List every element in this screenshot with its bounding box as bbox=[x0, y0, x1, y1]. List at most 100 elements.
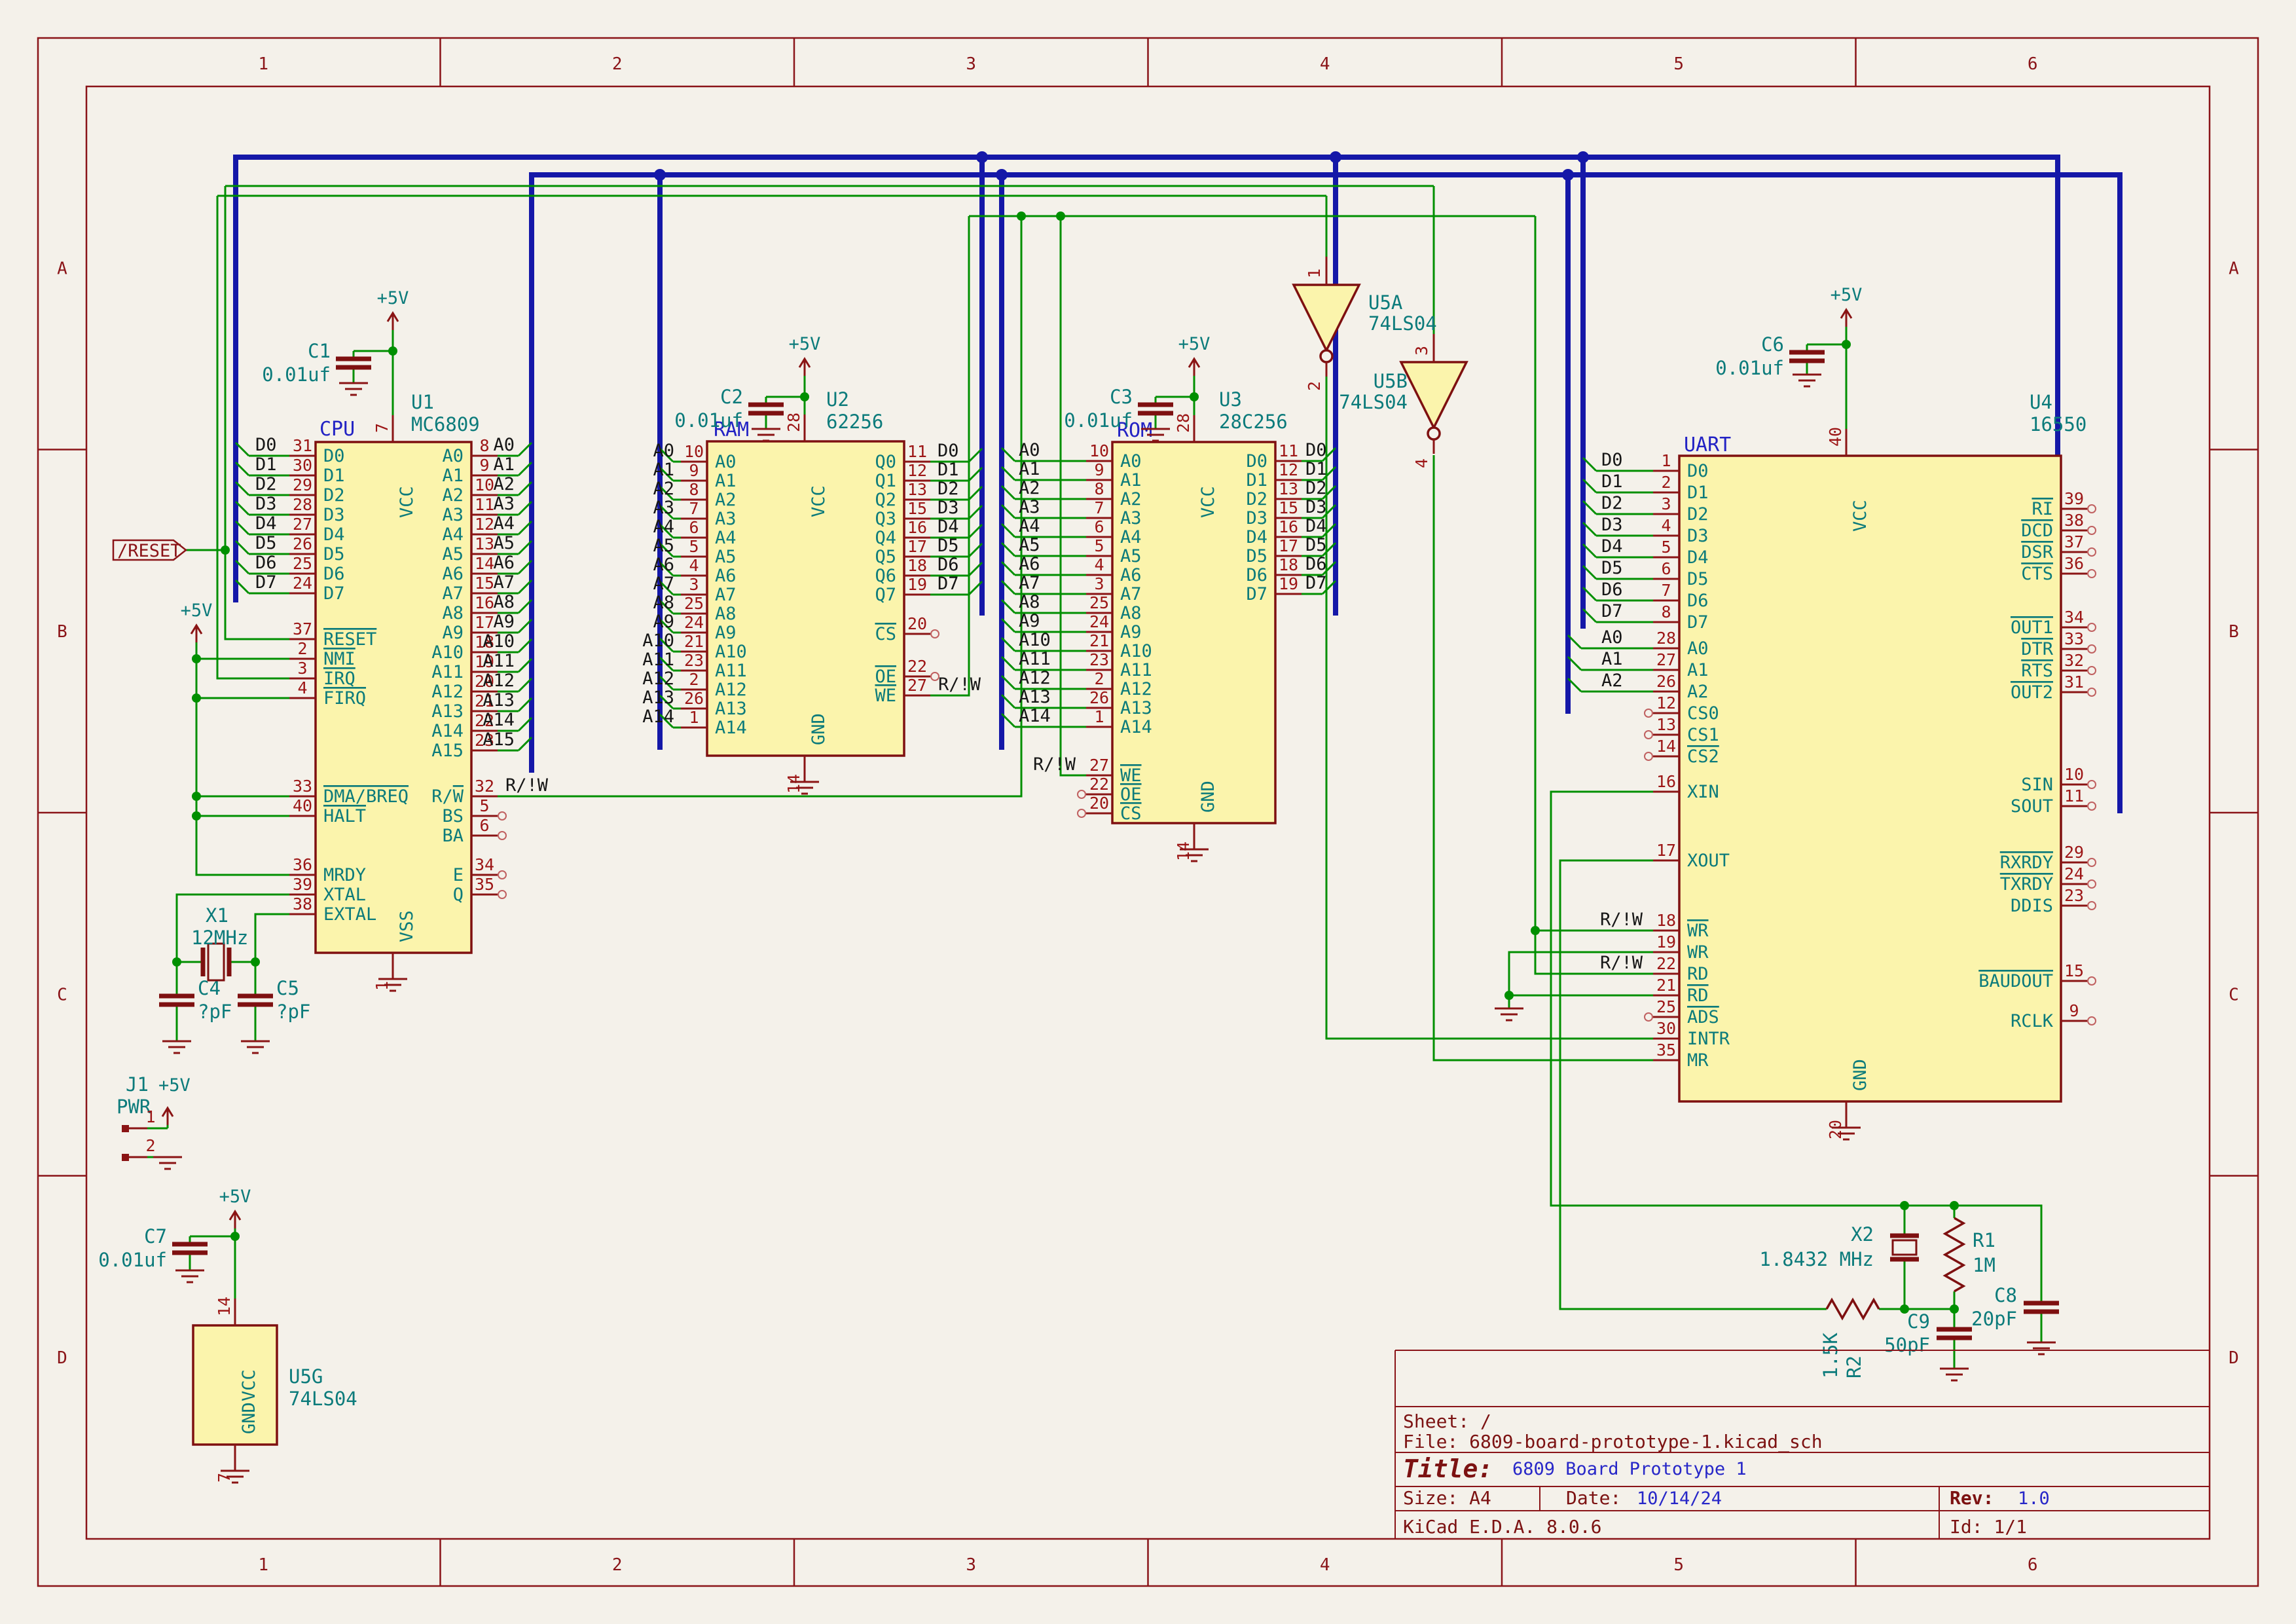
net-label-A2[interactable]: A2 bbox=[1019, 478, 1040, 498]
pin-number-U2-A0[interactable]: 10 bbox=[684, 442, 704, 461]
pin-name-U2-A13[interactable]: A13 bbox=[715, 699, 747, 719]
pin-name-U4-DSR[interactable]: DSR bbox=[2021, 542, 2054, 563]
frame-col-label[interactable]: 6 bbox=[2028, 1555, 2038, 1575]
tb-file[interactable]: File: 6809-board-prototype-1.kicad_sch bbox=[1403, 1431, 1823, 1453]
ic-body-U4[interactable] bbox=[1679, 456, 2061, 1101]
net-label-D0[interactable]: D0 bbox=[938, 441, 959, 461]
pin-number-U1-E[interactable]: 34 bbox=[475, 855, 494, 874]
pin-name-U3-D5[interactable]: D5 bbox=[1246, 546, 1267, 566]
pin-name-U2-A3[interactable]: A3 bbox=[715, 509, 737, 529]
pin-name-U1-XTAL[interactable]: XTAL bbox=[323, 885, 366, 905]
pin-name-U2-A7[interactable]: A7 bbox=[715, 585, 737, 605]
ground-symbol[interactable] bbox=[339, 383, 368, 395]
frame-col-label[interactable]: 4 bbox=[1320, 54, 1330, 74]
net-label-A9[interactable]: A9 bbox=[653, 612, 674, 632]
pin-name-U3-A14[interactable]: A14 bbox=[1120, 717, 1152, 737]
frame-row-label[interactable]: B bbox=[57, 622, 67, 642]
pin-name-VCC[interactable]: VCC bbox=[397, 486, 417, 518]
net-label-D1[interactable]: D1 bbox=[1601, 471, 1623, 492]
power-label[interactable]: +5V bbox=[181, 600, 213, 621]
net-label-A14[interactable]: A14 bbox=[1019, 706, 1051, 726]
pin-name-U4-A0[interactable]: A0 bbox=[1687, 638, 1709, 659]
pin-number-U4-CS0[interactable]: 12 bbox=[1656, 693, 1676, 712]
pin-name-U4-DDIS[interactable]: DDIS bbox=[2011, 896, 2053, 916]
pin-number-U2-A14[interactable]: 1 bbox=[689, 708, 699, 727]
pin-number-U4-BAUDOUT[interactable]: 15 bbox=[2064, 961, 2084, 980]
pin-number-U4-D3[interactable]: 4 bbox=[1661, 516, 1671, 535]
ground-symbol[interactable] bbox=[752, 429, 780, 441]
ic-func-label-U4[interactable]: UART bbox=[1684, 434, 1731, 456]
pin-number-U4-D0[interactable]: 1 bbox=[1661, 451, 1671, 470]
pin-number-U3-CS[interactable]: 20 bbox=[1089, 794, 1109, 813]
pin-number-U1-A8[interactable]: 16 bbox=[475, 593, 494, 612]
pin-number-U3-D3[interactable]: 15 bbox=[1279, 498, 1298, 517]
pin-number-U4-CS2[interactable]: 14 bbox=[1656, 737, 1676, 756]
net-label-A0[interactable]: A0 bbox=[1019, 440, 1040, 460]
pin-number-U1-D1[interactable]: 30 bbox=[293, 456, 312, 475]
pin-name-U4-SIN[interactable]: SIN bbox=[2021, 775, 2053, 795]
ic-ref-U4[interactable]: U4 bbox=[2030, 391, 2052, 413]
ground-symbol[interactable] bbox=[1793, 375, 1821, 386]
capacitor-value[interactable]: 0.01uf bbox=[674, 409, 743, 432]
pin-number-U1-A5[interactable]: 13 bbox=[475, 534, 494, 553]
pin-number-U4-MR[interactable]: 35 bbox=[1656, 1041, 1676, 1060]
net-label-A10[interactable]: A10 bbox=[642, 631, 674, 651]
pin-number-U4-DTR[interactable]: 33 bbox=[2064, 629, 2084, 648]
pin-name-U3-D0[interactable]: D0 bbox=[1246, 451, 1267, 471]
pin-number-U1-HALT[interactable]: 40 bbox=[293, 796, 312, 815]
pin-name-U3-A13[interactable]: A13 bbox=[1120, 698, 1152, 718]
pin-number-U1-XTAL[interactable]: 39 bbox=[293, 875, 312, 894]
net-label-R/!W[interactable]: R/!W bbox=[1600, 910, 1643, 930]
pin-number-U4-D2[interactable]: 3 bbox=[1661, 494, 1671, 513]
pin-number-U4-A1[interactable]: 27 bbox=[1656, 650, 1676, 669]
part-layer[interactable]: CPUU1MC68097VCC1VSS31D0D030D1D129D2D228D… bbox=[98, 257, 2096, 1483]
pin-name-U2-A8[interactable]: A8 bbox=[715, 604, 737, 624]
crystal-body-X2[interactable] bbox=[1893, 1240, 1916, 1255]
pin-number-U2-Q2[interactable]: 13 bbox=[907, 480, 927, 499]
capacitor-value[interactable]: 0.01uf bbox=[1715, 357, 1784, 379]
pin-name-U1-D1[interactable]: D1 bbox=[323, 466, 345, 486]
pin-number-U3-A10[interactable]: 21 bbox=[1089, 631, 1109, 650]
pin-number-U4-RTS[interactable]: 32 bbox=[2064, 651, 2084, 670]
capacitor-ref[interactable]: C5 bbox=[276, 977, 299, 999]
ic-ref-U3[interactable]: U3 bbox=[1219, 388, 1242, 411]
pin-number-U2-Q5[interactable]: 17 bbox=[907, 537, 927, 556]
pin-name-U3-A2[interactable]: A2 bbox=[1120, 489, 1142, 509]
ground-symbol[interactable] bbox=[1940, 1369, 1969, 1380]
net-label-D7[interactable]: D7 bbox=[255, 572, 277, 593]
pin-number-U2-A11[interactable]: 23 bbox=[684, 651, 704, 670]
pin-name-U1-IRQ[interactable]: IRQ bbox=[323, 669, 355, 689]
pin-number-U1-NMI[interactable]: 2 bbox=[297, 639, 307, 658]
pin-name-U2-A11[interactable]: A11 bbox=[715, 661, 747, 681]
pin-name-U1-HALT[interactable]: HALT bbox=[323, 806, 366, 826]
pin-number-U1-D3[interactable]: 28 bbox=[293, 495, 312, 514]
net-label-D6[interactable]: D6 bbox=[938, 555, 959, 575]
pin-number-U2-Q1[interactable]: 12 bbox=[907, 461, 927, 480]
net-label-A6[interactable]: A6 bbox=[493, 553, 515, 573]
pin-number-J1-2[interactable]: 2 bbox=[145, 1136, 155, 1155]
net-label-A12[interactable]: A12 bbox=[1019, 668, 1051, 688]
pin-name-U1-E[interactable]: E bbox=[453, 865, 464, 885]
ic-body-U5G[interactable] bbox=[193, 1325, 277, 1445]
pin-number-GND[interactable]: 14 bbox=[784, 774, 803, 794]
net-label-A4[interactable]: A4 bbox=[1019, 516, 1040, 536]
pin-number-U3-A7[interactable]: 3 bbox=[1094, 574, 1104, 593]
pin-number-U4-WR[interactable]: 18 bbox=[1656, 911, 1676, 930]
net-label-D4[interactable]: D4 bbox=[1601, 536, 1623, 557]
pin-number-VCC[interactable]: 14 bbox=[215, 1297, 234, 1316]
net-label-A1[interactable]: A1 bbox=[653, 460, 674, 480]
pin-name-U4-RXRDY[interactable]: RXRDY bbox=[2000, 853, 2053, 873]
pin-number-U3-A13[interactable]: 26 bbox=[1089, 688, 1109, 707]
net-label-A7[interactable]: A7 bbox=[1019, 573, 1040, 593]
pin-name-GND[interactable]: GND bbox=[1850, 1059, 1870, 1091]
wire[interactable] bbox=[196, 642, 289, 875]
wire[interactable] bbox=[217, 196, 289, 678]
net-label-A11[interactable]: A11 bbox=[483, 651, 515, 671]
pin-name-U1-FIRQ[interactable]: FIRQ bbox=[323, 688, 366, 709]
pin-name-U2-Q6[interactable]: Q6 bbox=[875, 566, 896, 586]
gate-ref-U5A[interactable]: U5A bbox=[1368, 291, 1402, 314]
wire[interactable] bbox=[1061, 216, 1086, 775]
pin-number-U3-A6[interactable]: 4 bbox=[1094, 555, 1104, 574]
pin-name-U4-A1[interactable]: A1 bbox=[1687, 660, 1709, 680]
pin-name-U4-WR[interactable]: WR bbox=[1687, 921, 1709, 941]
